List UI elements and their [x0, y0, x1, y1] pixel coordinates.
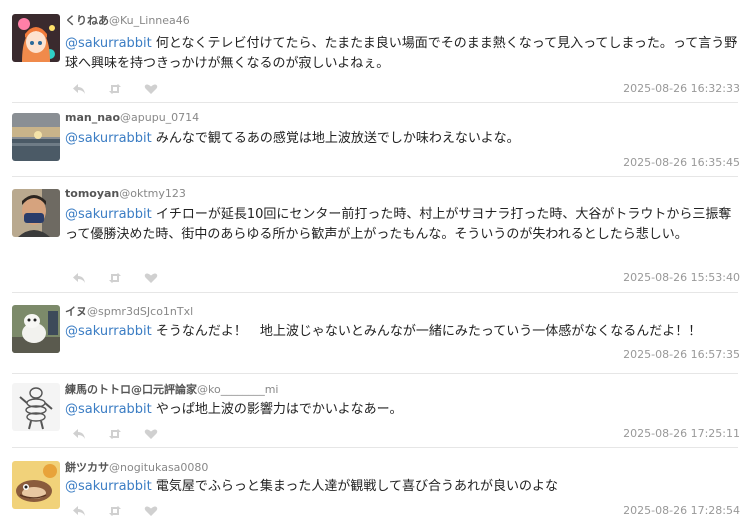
reply-icon[interactable]: [72, 80, 86, 94]
anime-girl-avatar[interactable]: [12, 14, 60, 62]
divider: [12, 373, 738, 374]
user-handle: @ko________mi: [197, 383, 279, 396]
reply-timestamp[interactable]: 2025-08-26 17:25:11: [623, 427, 740, 440]
divider: [12, 292, 738, 293]
user-handle: @nogitukasa0080: [109, 461, 209, 474]
reply-body: やっぱ地上波の影響力はでかいよなあー。: [151, 402, 403, 417]
divider: [12, 447, 738, 448]
person-mask-avatar[interactable]: [12, 189, 60, 237]
reply-timestamp[interactable]: 2025-08-26 16:35:45: [623, 156, 740, 169]
reply-timestamp[interactable]: 2025-08-26 17:28:54: [623, 504, 740, 517]
reply-icon[interactable]: [72, 425, 86, 439]
reply-timestamp[interactable]: 2025-08-26 15:53:40: [623, 271, 740, 284]
dog-avatar[interactable]: [12, 305, 60, 353]
display-name: man_nao: [65, 111, 121, 124]
reply-author[interactable]: くりねあ@Ku_Linnea46: [65, 12, 190, 28]
user-handle: @apupu_0714: [120, 111, 200, 124]
reply-item: イヌ@spmr3dSJco1nTxl @sakurrabbit そうなんだよ！ …: [0, 305, 750, 374]
display-name: 練馬のトトロ@口元評論家: [65, 383, 197, 396]
reply-actions: [72, 502, 158, 516]
heart-icon[interactable]: [144, 80, 158, 94]
reply-body: イチローが延長10回にセンター前打った時、村上がサヨナラ打った時、大谷がトラウト…: [65, 207, 732, 242]
reply-text: @sakurrabbit 何となくテレビ付けてたら、たまたま良い場面でそのまま熱…: [65, 34, 740, 74]
reply-author[interactable]: 餅ツカサ@nogitukasa0080: [65, 459, 208, 475]
mention-link[interactable]: @sakurrabbit: [65, 324, 152, 339]
reply-body: みんなで観てるあの感覚は地上波放送でしか味わえないよな。: [151, 131, 520, 146]
display-name: 餅ツカサ: [65, 461, 109, 474]
reply-text: @sakurrabbit そうなんだよ！ 地上波じゃないとみんなが一緒にみたって…: [65, 322, 740, 342]
reply-actions: [72, 80, 158, 94]
mention-link[interactable]: @sakurrabbit: [65, 402, 152, 417]
reply-timestamp[interactable]: 2025-08-26 16:57:35: [623, 348, 740, 361]
divider: [12, 176, 738, 177]
display-name: tomoyan: [65, 187, 120, 200]
reply-actions: [72, 269, 158, 283]
user-handle: @Ku_Linnea46: [109, 14, 190, 27]
michelin-man-avatar[interactable]: [12, 383, 60, 431]
heart-icon[interactable]: [144, 425, 158, 439]
retweet-icon[interactable]: [108, 269, 122, 283]
reply-timestamp[interactable]: 2025-08-26 16:32:33: [623, 82, 740, 95]
reply-text: @sakurrabbit イチローが延長10回にセンター前打った時、村上がサヨナ…: [65, 205, 740, 245]
user-handle: @oktmy123: [119, 187, 186, 200]
retweet-icon[interactable]: [108, 502, 122, 516]
reply-text: @sakurrabbit 電気屋でふらっと集まった人達が観戦して喜び合うあれが良…: [65, 477, 740, 497]
reply-item: 餅ツカサ@nogitukasa0080 @sakurrabbit 電気屋でふらっ…: [0, 461, 750, 527]
retweet-icon[interactable]: [108, 80, 122, 94]
cartoon-fish-avatar[interactable]: [12, 461, 60, 509]
reply-text: @sakurrabbit みんなで観てるあの感覚は地上波放送でしか味わえないよな…: [65, 129, 740, 149]
user-handle: @spmr3dSJco1nTxl: [87, 305, 194, 318]
reply-item: man_nao@apupu_0714 @sakurrabbit みんなで観てるあ…: [0, 111, 750, 177]
reply-text: @sakurrabbit やっぱ地上波の影響力はでかいよなあー。: [65, 400, 740, 420]
reply-author[interactable]: 練馬のトトロ@口元評論家@ko________mi: [65, 381, 278, 397]
reply-body: そうなんだよ！ 地上波じゃないとみんなが一緒にみたっていう一体感がなくなるんだよ…: [151, 324, 702, 339]
heart-icon[interactable]: [144, 502, 158, 516]
mention-link[interactable]: @sakurrabbit: [65, 36, 152, 51]
mention-link[interactable]: @sakurrabbit: [65, 479, 152, 494]
reply-actions: [72, 425, 158, 439]
mention-link[interactable]: @sakurrabbit: [65, 131, 152, 146]
display-name: くりねあ: [65, 14, 109, 27]
sunset-sea-avatar[interactable]: [12, 113, 60, 161]
reply-icon[interactable]: [72, 502, 86, 516]
mention-link[interactable]: @sakurrabbit: [65, 207, 152, 222]
divider: [12, 102, 738, 103]
display-name: イヌ: [65, 305, 87, 318]
reply-body: 何となくテレビ付けてたら、たまたま良い場面でそのまま熱くなって見入ってしまった。…: [65, 36, 738, 71]
reply-author[interactable]: man_nao@apupu_0714: [65, 111, 199, 124]
reply-item: くりねあ@Ku_Linnea46 @sakurrabbit 何となくテレビ付けて…: [0, 14, 750, 103]
reply-item: 練馬のトトロ@口元評論家@ko________mi @sakurrabbit や…: [0, 383, 750, 448]
reply-author[interactable]: tomoyan@oktmy123: [65, 187, 186, 200]
reply-item: tomoyan@oktmy123 @sakurrabbit イチローが延長10回…: [0, 187, 750, 293]
reply-body: 電気屋でふらっと集まった人達が観戦して喜び合うあれが良いのよな: [151, 479, 558, 494]
reply-author[interactable]: イヌ@spmr3dSJco1nTxl: [65, 303, 193, 319]
reply-icon[interactable]: [72, 269, 86, 283]
retweet-icon[interactable]: [108, 425, 122, 439]
heart-icon[interactable]: [144, 269, 158, 283]
